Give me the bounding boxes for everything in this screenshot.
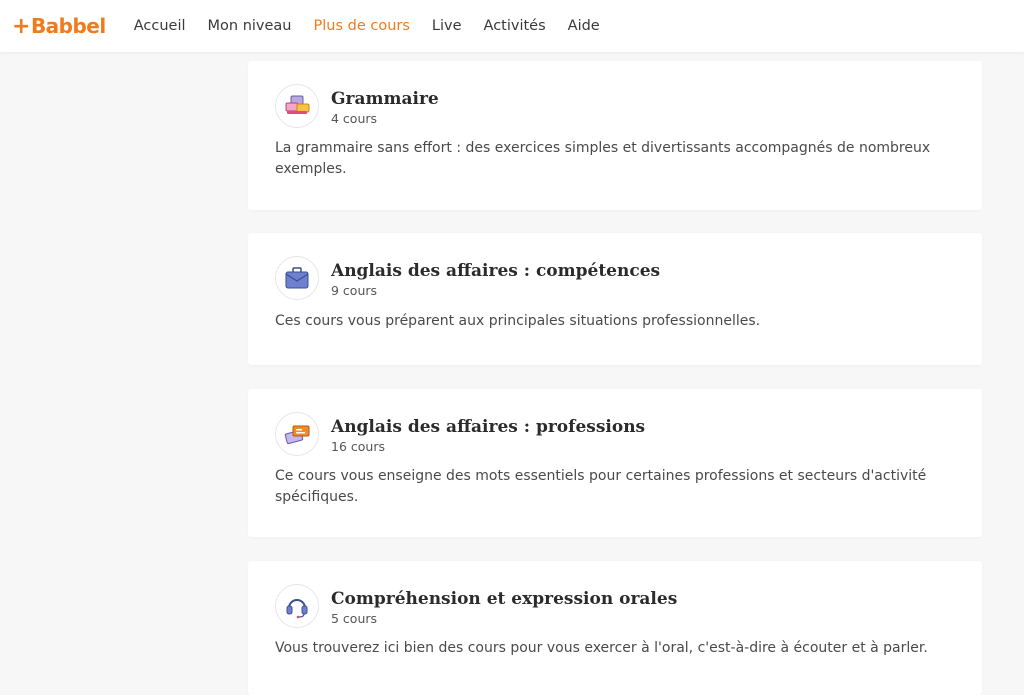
nav-item-accueil[interactable]: Accueil bbox=[134, 18, 186, 34]
top-navigation-bar: + Babbel Accueil Mon niveau Plus de cours… bbox=[0, 0, 1024, 52]
main-nav: Accueil Mon niveau Plus de cours Live Ac… bbox=[134, 18, 622, 34]
briefcase-icon bbox=[275, 256, 319, 300]
nav-item-plus-de-cours[interactable]: Plus de cours bbox=[314, 18, 410, 34]
nav-item-aide[interactable]: Aide bbox=[568, 18, 600, 34]
course-card-affaires-competences[interactable]: Anglais des affaires : compétences 9 cou… bbox=[248, 233, 982, 365]
headset-icon bbox=[275, 584, 319, 628]
course-title: Anglais des affaires : compétences bbox=[331, 261, 661, 281]
nav-item-mon-niveau[interactable]: Mon niveau bbox=[208, 18, 292, 34]
course-description: Ce cours vous enseigne des mots essentie… bbox=[275, 468, 927, 505]
plus-icon: + bbox=[12, 13, 30, 39]
course-description: Ces cours vous préparent aux principales… bbox=[275, 313, 761, 329]
logo-text: Babbel bbox=[30, 14, 106, 38]
course-count: 4 cours bbox=[331, 111, 378, 126]
course-description: La grammaire sans effort : des exercices… bbox=[275, 140, 931, 177]
course-count: 16 cours bbox=[331, 439, 385, 454]
nav-item-activites[interactable]: Activités bbox=[484, 18, 546, 34]
course-title: Compréhension et expression orales bbox=[331, 589, 678, 609]
grammar-blocks-icon bbox=[275, 84, 319, 128]
course-card-comprehension-orale[interactable]: Compréhension et expression orales 5 cou… bbox=[248, 561, 982, 695]
course-title: Grammaire bbox=[331, 89, 439, 109]
course-card-grammaire[interactable]: Grammaire 4 cours La grammaire sans effo… bbox=[248, 61, 982, 210]
course-title: Anglais des affaires : professions bbox=[331, 417, 646, 437]
business-cards-icon bbox=[275, 412, 319, 456]
course-description: Vous trouverez ici bien des cours pour v… bbox=[275, 640, 928, 656]
course-count: 5 cours bbox=[331, 611, 378, 626]
course-count: 9 cours bbox=[331, 283, 378, 298]
course-card-affaires-professions[interactable]: Anglais des affaires : professions 16 co… bbox=[248, 389, 982, 537]
babbel-logo[interactable]: + Babbel bbox=[12, 14, 106, 39]
nav-item-live[interactable]: Live bbox=[432, 18, 462, 34]
